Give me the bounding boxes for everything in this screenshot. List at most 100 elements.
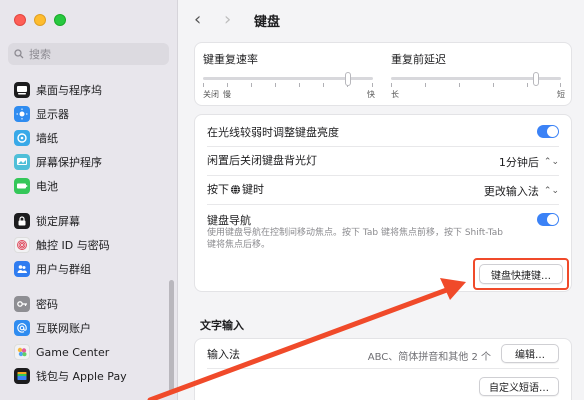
sidebar: 搜索 桌面与程序坞 显示器 墙纸 屏幕保护程序 电池 锁定屏幕 触控 ID 与密… [0,0,178,400]
sidebar-item-game-center[interactable]: Game Center [8,340,168,364]
sidebar-item-label: 钱包与 Apple Pay [36,370,127,383]
sidebar-item-label: 屏幕保护程序 [36,156,102,169]
zoom-button[interactable] [54,14,66,26]
search-input[interactable]: 搜索 [8,43,169,65]
slider-tick [372,83,373,87]
slider-tick [227,83,228,87]
custom-phrases-button[interactable]: 自定义短语… [479,377,559,396]
sidebar-item-wallpaper[interactable]: 墙纸 [8,126,168,150]
slider-tick [425,83,426,87]
slider-tick [391,83,392,87]
sidebar-scrollbar[interactable] [169,280,174,392]
text-input-section-title: 文字输入 [200,319,244,332]
wallet-icon [14,368,30,384]
at-icon [14,320,30,336]
slider-tick [299,83,300,87]
slider-knob[interactable] [344,72,351,86]
minimize-button[interactable] [34,14,46,26]
divider [207,175,559,176]
display-icon [14,106,30,122]
highlight-box [473,258,569,290]
chevron-updown-icon: ⌃⌄ [543,157,559,167]
sidebar-item-label: 锁定屏幕 [36,215,80,228]
sidebar-item-display[interactable]: 显示器 [8,102,168,126]
delay-min-label: 长 [391,90,399,99]
wallpaper-icon [14,130,30,146]
sidebar-item-dock[interactable]: 桌面与程序坞 [8,78,168,102]
slider-tick [527,83,528,87]
sidebar-item-screensaver[interactable]: 屏幕保护程序 [8,150,168,174]
repeat-delay-label: 重复前延迟 [391,53,446,66]
sidebar-item-internet-accounts[interactable]: 互联网账户 [8,316,168,340]
keyboard-settings-card: 在光线较弱时调整键盘亮度 闲置后关闭键盘背光灯 1分钟后 ⌃⌄ 按下 键时 更改… [194,114,572,292]
chevron-updown-icon: ⌃⌄ [543,186,559,196]
slider-tick [275,83,276,87]
repeat-rate-slider[interactable] [203,71,373,87]
sidebar-item-label: 触控 ID 与密码 [36,239,110,252]
lock-icon [14,213,30,229]
forward-button[interactable]: › [224,9,231,30]
divider [207,204,559,205]
backlight-select[interactable]: 1分钟后 ⌃⌄ [499,154,559,170]
back-button[interactable]: ‹ [194,9,201,30]
sidebar-item-label: 显示器 [36,108,69,121]
slider-tick [251,83,252,87]
rate-max-label: 快 [367,90,375,99]
rate-min-label: 关闭 [203,90,219,99]
toolbar: ‹ › 键盘 [178,0,584,40]
sidebar-item-label: 密码 [36,298,58,311]
repeat-card: 键重复速率 重复前延迟 关闭 慢 快 长 短 [194,42,572,106]
press-key-value: 更改输入法 [483,185,539,198]
sidebar-item-label: 互联网账户 [36,322,91,335]
backlight-value: 1分钟后 [498,156,539,169]
auto-brightness-toggle[interactable] [537,125,559,138]
edit-button[interactable]: 编辑… [501,344,559,363]
traffic-lights [14,14,66,26]
search-placeholder: 搜索 [29,48,51,61]
dock-icon [14,82,30,98]
press-key-suffix: 键时 [242,183,264,196]
text-input-card: 输入法 ABC、简体拼音和其他 2 个 编辑… 自定义短语… [194,338,572,400]
slider-knob[interactable] [532,72,539,86]
battery-icon [14,178,30,194]
sidebar-item-touch-id[interactable]: 触控 ID 与密码 [8,233,168,257]
keyboard-nav-desc-line1: 使用键盘导航在控制间移动焦点。按下 Tab 键将焦点前移，按下 Shift-Ta… [207,228,503,238]
sidebar-item-battery[interactable]: 电池 [8,174,168,198]
sidebar-separator [8,281,168,292]
sidebar-item-label: Game Center [36,345,110,359]
users-icon [14,261,30,277]
main-pane: ‹ › 键盘 键重复速率 重复前延迟 关闭 慢 快 长 短 在光线较弱时调整键盘… [178,0,584,400]
backlight-label: 闲置后关闭键盘背光灯 [207,154,317,167]
divider [207,146,559,147]
keyboard-nav-label: 键盘导航 [207,214,251,227]
sidebar-item-wallet[interactable]: 钱包与 Apple Pay [8,364,168,388]
sidebar-item-passwords[interactable]: 密码 [8,292,168,316]
sidebar-item-label: 电池 [36,180,58,193]
sidebar-separator [8,198,168,209]
auto-brightness-row: 在光线较弱时调整键盘亮度 [195,121,571,143]
key-icon [14,296,30,312]
rate-slow-label: 慢 [223,90,231,99]
press-key-select[interactable]: 更改输入法 ⌃⌄ [484,183,559,199]
delay-max-label: 短 [557,90,565,99]
repeat-delay-slider[interactable] [391,71,561,87]
game-center-icon [14,344,30,360]
screensaver-icon [14,154,30,170]
auto-brightness-label: 在光线较弱时调整键盘亮度 [207,126,339,139]
slider-tick [493,83,494,87]
close-button[interactable] [14,14,26,26]
sidebar-item-label: 用户与群组 [36,263,91,276]
input-method-label: 输入法 [207,348,240,361]
sidebar-item-lock-screen[interactable]: 锁定屏幕 [8,209,168,233]
input-method-value: ABC、简体拼音和其他 2 个 [367,352,491,363]
keyboard-nav-description: 使用键盘导航在控制间移动焦点。按下 Tab 键将焦点前移，按下 Shift-Ta… [207,227,527,251]
sidebar-item-label: 墙纸 [36,132,58,145]
globe-icon [230,184,241,195]
sidebar-item-users[interactable]: 用户与群组 [8,257,168,281]
press-key-prefix: 按下 [207,183,229,196]
settings-window: 搜索 桌面与程序坞 显示器 墙纸 屏幕保护程序 电池 锁定屏幕 触控 ID 与密… [0,0,584,400]
slider-tick [459,83,460,87]
slider-tick [203,83,204,87]
sidebar-item-label: 桌面与程序坞 [36,84,102,97]
keyboard-nav-toggle[interactable] [537,213,559,226]
